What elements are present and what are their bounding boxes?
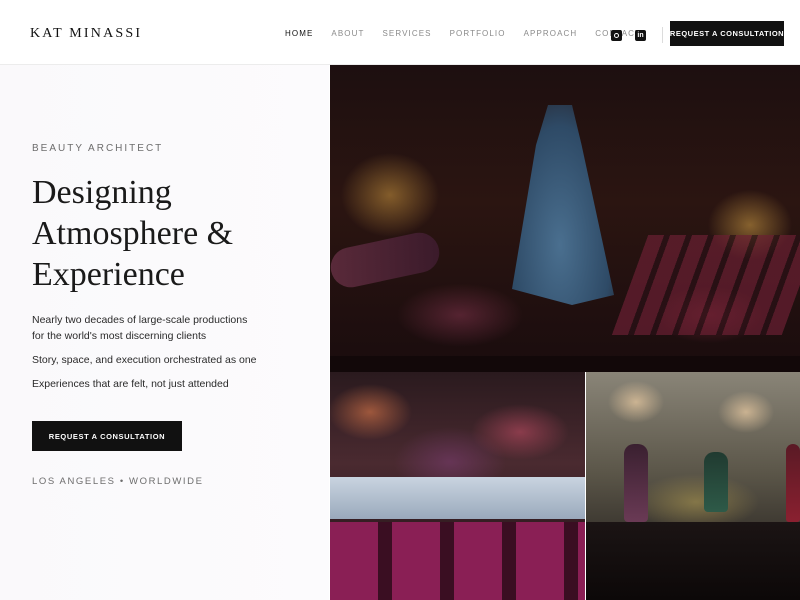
- headline-line-1: Designing: [32, 174, 172, 211]
- hero-consultation-button[interactable]: REQUEST A CONSULTATION: [32, 421, 182, 451]
- hero-text-panel: BEAUTY ARCHITECT Designing Atmosphere & …: [0, 65, 329, 600]
- nav-home[interactable]: HOME: [285, 29, 313, 38]
- social-links: in: [611, 27, 663, 43]
- image-arm: [330, 229, 443, 291]
- headline-line-2: Atmosphere &: [32, 215, 234, 252]
- image-floor: [586, 522, 800, 600]
- logo[interactable]: KAT MINASSI: [30, 26, 142, 42]
- site-header: KAT MINASSI HOME ABOUT SERVICES PORTFOLI…: [0, 0, 800, 65]
- image-divider-strip: [330, 356, 800, 372]
- nav-about[interactable]: ABOUT: [331, 29, 364, 38]
- hero-paragraph-1: Nearly two decades of large-scale produc…: [32, 314, 248, 342]
- nav-portfolio[interactable]: PORTFOLIO: [450, 29, 506, 38]
- hero-headline: Designing Atmosphere & Experience: [32, 172, 322, 295]
- nav-services[interactable]: SERVICES: [382, 29, 431, 38]
- hero-eyebrow: BEAUTY ARCHITECT: [32, 143, 164, 154]
- image-chairs: [611, 235, 800, 335]
- image-figure-2: [704, 452, 728, 512]
- image-figure-1: [624, 444, 648, 522]
- nav-divider: [662, 27, 663, 43]
- main-nav: HOME ABOUT SERVICES PORTFOLIO APPROACH C…: [285, 29, 659, 38]
- linkedin-icon[interactable]: in: [635, 29, 646, 41]
- hero-paragraph-2: Story, space, and execution orchestrated…: [32, 354, 257, 366]
- nav-approach[interactable]: APPROACH: [524, 29, 578, 38]
- image-table: [330, 477, 585, 519]
- image-figure-3: [786, 444, 800, 522]
- locations-text: LOS ANGELES • WORLDWIDE: [32, 476, 204, 487]
- instagram-icon[interactable]: [611, 29, 622, 41]
- hero-image-performance: [330, 65, 800, 369]
- image-velvet-chairs: [330, 522, 585, 600]
- hero-image-tablescape: [330, 372, 585, 600]
- headline-line-3: Experience: [32, 256, 185, 293]
- hero-image-ballroom: [586, 372, 800, 600]
- hero-paragraph-3: Experiences that are felt, not just atte…: [32, 378, 229, 390]
- header-consultation-button[interactable]: REQUEST A CONSULTATION: [670, 21, 784, 46]
- image-dancer: [512, 105, 614, 305]
